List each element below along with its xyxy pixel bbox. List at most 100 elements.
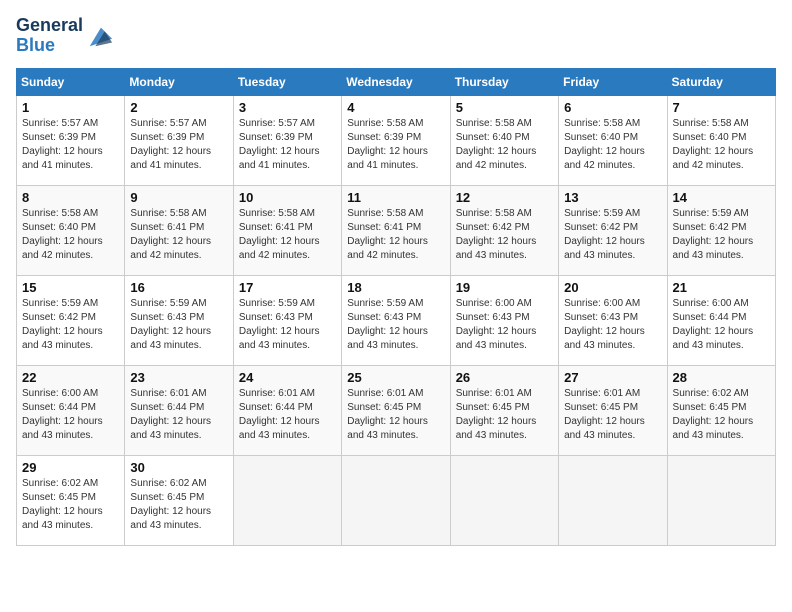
page-header: GeneralBlue xyxy=(16,16,776,56)
day-number: 25 xyxy=(347,370,444,385)
day-detail: Sunrise: 6:00 AM Sunset: 6:43 PM Dayligh… xyxy=(456,297,553,353)
calendar-table: SundayMondayTuesdayWednesdayThursdayFrid… xyxy=(16,68,776,546)
day-number: 24 xyxy=(239,370,336,385)
day-number: 26 xyxy=(456,370,553,385)
day-number: 19 xyxy=(456,280,553,295)
calendar-cell xyxy=(559,455,667,545)
col-header-monday: Monday xyxy=(125,68,233,95)
logo-text: GeneralBlue xyxy=(16,16,83,56)
col-header-thursday: Thursday xyxy=(450,68,558,95)
day-number: 7 xyxy=(673,100,770,115)
day-number: 11 xyxy=(347,190,444,205)
day-detail: Sunrise: 5:59 AM Sunset: 6:43 PM Dayligh… xyxy=(347,297,444,353)
day-detail: Sunrise: 6:01 AM Sunset: 6:45 PM Dayligh… xyxy=(564,387,661,443)
day-detail: Sunrise: 5:57 AM Sunset: 6:39 PM Dayligh… xyxy=(239,117,336,173)
day-detail: Sunrise: 6:01 AM Sunset: 6:44 PM Dayligh… xyxy=(239,387,336,443)
calendar-cell: 3 Sunrise: 5:57 AM Sunset: 6:39 PM Dayli… xyxy=(233,95,341,185)
day-detail: Sunrise: 6:02 AM Sunset: 6:45 PM Dayligh… xyxy=(130,477,227,533)
calendar-cell: 1 Sunrise: 5:57 AM Sunset: 6:39 PM Dayli… xyxy=(17,95,125,185)
calendar-cell: 7 Sunrise: 5:58 AM Sunset: 6:40 PM Dayli… xyxy=(667,95,775,185)
day-detail: Sunrise: 5:58 AM Sunset: 6:40 PM Dayligh… xyxy=(22,207,119,263)
col-header-tuesday: Tuesday xyxy=(233,68,341,95)
day-detail: Sunrise: 5:59 AM Sunset: 6:42 PM Dayligh… xyxy=(673,207,770,263)
day-number: 16 xyxy=(130,280,227,295)
day-number: 30 xyxy=(130,460,227,475)
calendar-cell: 2 Sunrise: 5:57 AM Sunset: 6:39 PM Dayli… xyxy=(125,95,233,185)
day-number: 27 xyxy=(564,370,661,385)
day-detail: Sunrise: 5:57 AM Sunset: 6:39 PM Dayligh… xyxy=(130,117,227,173)
day-detail: Sunrise: 6:02 AM Sunset: 6:45 PM Dayligh… xyxy=(22,477,119,533)
col-header-saturday: Saturday xyxy=(667,68,775,95)
calendar-cell: 22 Sunrise: 6:00 AM Sunset: 6:44 PM Dayl… xyxy=(17,365,125,455)
day-detail: Sunrise: 5:58 AM Sunset: 6:42 PM Dayligh… xyxy=(456,207,553,263)
calendar-cell: 16 Sunrise: 5:59 AM Sunset: 6:43 PM Dayl… xyxy=(125,275,233,365)
calendar-cell: 25 Sunrise: 6:01 AM Sunset: 6:45 PM Dayl… xyxy=(342,365,450,455)
col-header-friday: Friday xyxy=(559,68,667,95)
calendar-cell: 26 Sunrise: 6:01 AM Sunset: 6:45 PM Dayl… xyxy=(450,365,558,455)
calendar-cell: 24 Sunrise: 6:01 AM Sunset: 6:44 PM Dayl… xyxy=(233,365,341,455)
col-header-sunday: Sunday xyxy=(17,68,125,95)
calendar-week-2: 8 Sunrise: 5:58 AM Sunset: 6:40 PM Dayli… xyxy=(17,185,776,275)
day-number: 8 xyxy=(22,190,119,205)
day-number: 22 xyxy=(22,370,119,385)
day-number: 20 xyxy=(564,280,661,295)
day-detail: Sunrise: 6:02 AM Sunset: 6:45 PM Dayligh… xyxy=(673,387,770,443)
calendar-cell xyxy=(667,455,775,545)
day-number: 9 xyxy=(130,190,227,205)
day-detail: Sunrise: 6:00 AM Sunset: 6:43 PM Dayligh… xyxy=(564,297,661,353)
day-number: 12 xyxy=(456,190,553,205)
day-detail: Sunrise: 5:58 AM Sunset: 6:41 PM Dayligh… xyxy=(347,207,444,263)
day-number: 18 xyxy=(347,280,444,295)
calendar-cell: 18 Sunrise: 5:59 AM Sunset: 6:43 PM Dayl… xyxy=(342,275,450,365)
day-number: 15 xyxy=(22,280,119,295)
day-number: 5 xyxy=(456,100,553,115)
calendar-cell: 23 Sunrise: 6:01 AM Sunset: 6:44 PM Dayl… xyxy=(125,365,233,455)
calendar-cell: 14 Sunrise: 5:59 AM Sunset: 6:42 PM Dayl… xyxy=(667,185,775,275)
day-detail: Sunrise: 6:00 AM Sunset: 6:44 PM Dayligh… xyxy=(673,297,770,353)
day-number: 14 xyxy=(673,190,770,205)
calendar-cell xyxy=(342,455,450,545)
calendar-cell: 9 Sunrise: 5:58 AM Sunset: 6:41 PM Dayli… xyxy=(125,185,233,275)
day-detail: Sunrise: 5:57 AM Sunset: 6:39 PM Dayligh… xyxy=(22,117,119,173)
calendar-cell: 27 Sunrise: 6:01 AM Sunset: 6:45 PM Dayl… xyxy=(559,365,667,455)
day-number: 21 xyxy=(673,280,770,295)
day-detail: Sunrise: 5:58 AM Sunset: 6:41 PM Dayligh… xyxy=(239,207,336,263)
calendar-week-4: 22 Sunrise: 6:00 AM Sunset: 6:44 PM Dayl… xyxy=(17,365,776,455)
col-header-wednesday: Wednesday xyxy=(342,68,450,95)
day-detail: Sunrise: 6:01 AM Sunset: 6:45 PM Dayligh… xyxy=(347,387,444,443)
calendar-header: SundayMondayTuesdayWednesdayThursdayFrid… xyxy=(17,68,776,95)
calendar-week-3: 15 Sunrise: 5:59 AM Sunset: 6:42 PM Dayl… xyxy=(17,275,776,365)
calendar-cell xyxy=(450,455,558,545)
day-detail: Sunrise: 5:58 AM Sunset: 6:40 PM Dayligh… xyxy=(456,117,553,173)
day-detail: Sunrise: 5:59 AM Sunset: 6:42 PM Dayligh… xyxy=(22,297,119,353)
calendar-cell xyxy=(233,455,341,545)
calendar-cell: 21 Sunrise: 6:00 AM Sunset: 6:44 PM Dayl… xyxy=(667,275,775,365)
day-number: 28 xyxy=(673,370,770,385)
day-detail: Sunrise: 5:58 AM Sunset: 6:40 PM Dayligh… xyxy=(564,117,661,173)
calendar-cell: 8 Sunrise: 5:58 AM Sunset: 6:40 PM Dayli… xyxy=(17,185,125,275)
calendar-cell: 20 Sunrise: 6:00 AM Sunset: 6:43 PM Dayl… xyxy=(559,275,667,365)
day-detail: Sunrise: 5:59 AM Sunset: 6:43 PM Dayligh… xyxy=(239,297,336,353)
logo: GeneralBlue xyxy=(16,16,114,56)
day-number: 10 xyxy=(239,190,336,205)
day-number: 4 xyxy=(347,100,444,115)
day-number: 1 xyxy=(22,100,119,115)
day-number: 23 xyxy=(130,370,227,385)
calendar-cell: 6 Sunrise: 5:58 AM Sunset: 6:40 PM Dayli… xyxy=(559,95,667,185)
day-number: 29 xyxy=(22,460,119,475)
calendar-week-1: 1 Sunrise: 5:57 AM Sunset: 6:39 PM Dayli… xyxy=(17,95,776,185)
calendar-cell: 28 Sunrise: 6:02 AM Sunset: 6:45 PM Dayl… xyxy=(667,365,775,455)
calendar-cell: 12 Sunrise: 5:58 AM Sunset: 6:42 PM Dayl… xyxy=(450,185,558,275)
day-detail: Sunrise: 5:58 AM Sunset: 6:41 PM Dayligh… xyxy=(130,207,227,263)
day-detail: Sunrise: 5:59 AM Sunset: 6:43 PM Dayligh… xyxy=(130,297,227,353)
calendar-cell: 5 Sunrise: 5:58 AM Sunset: 6:40 PM Dayli… xyxy=(450,95,558,185)
day-detail: Sunrise: 6:00 AM Sunset: 6:44 PM Dayligh… xyxy=(22,387,119,443)
day-number: 3 xyxy=(239,100,336,115)
day-detail: Sunrise: 6:01 AM Sunset: 6:44 PM Dayligh… xyxy=(130,387,227,443)
day-number: 17 xyxy=(239,280,336,295)
calendar-cell: 4 Sunrise: 5:58 AM Sunset: 6:39 PM Dayli… xyxy=(342,95,450,185)
calendar-cell: 15 Sunrise: 5:59 AM Sunset: 6:42 PM Dayl… xyxy=(17,275,125,365)
day-number: 6 xyxy=(564,100,661,115)
calendar-cell: 11 Sunrise: 5:58 AM Sunset: 6:41 PM Dayl… xyxy=(342,185,450,275)
calendar-cell: 10 Sunrise: 5:58 AM Sunset: 6:41 PM Dayl… xyxy=(233,185,341,275)
